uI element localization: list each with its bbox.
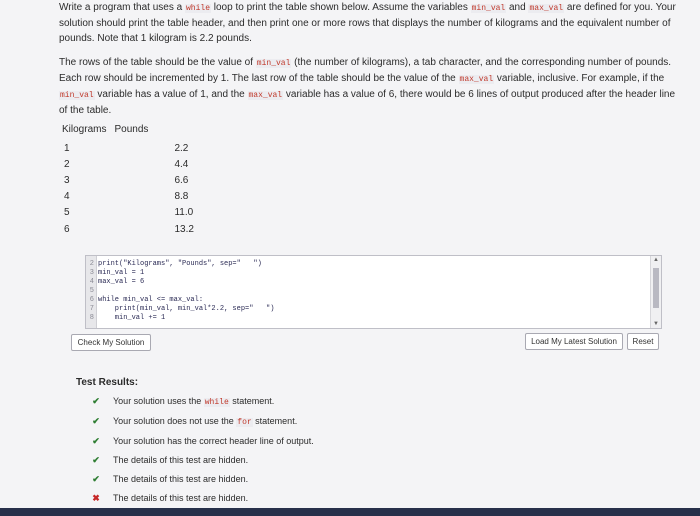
test-result-text: The details of this test are hidden.	[113, 493, 249, 503]
scrollbar-thumb[interactable]	[653, 268, 659, 308]
instructions-paragraph-2: The rows of the table should be the valu…	[59, 57, 676, 116]
scroll-down-arrow-icon[interactable]: ▼	[653, 321, 659, 327]
scroll-up-arrow-icon[interactable]: ▲	[653, 257, 659, 263]
line-number: 3	[89, 269, 94, 277]
code-text[interactable]: while min_val <= max_val:	[98, 296, 203, 305]
kilograms-cell: 6	[64, 223, 70, 235]
code-text[interactable]: max_val = 6	[98, 278, 144, 287]
table-row: 6 13.2	[60, 221, 200, 237]
code-text[interactable]: print("Kilograms", "Pounds", sep=" ")	[98, 260, 262, 269]
sample-output-table: Kilograms Pounds 1 2.2 2 4.4 3 6.6 4 8.8 5 11…	[60, 124, 200, 237]
pounds-cell: 13.2	[174, 223, 194, 235]
pounds-cell: 11.0	[174, 207, 194, 219]
test-result-text: Your solution uses the while statement.	[113, 396, 275, 407]
kilograms-cell: 2	[64, 158, 70, 170]
test-result-text: The details of this test are hidden.	[113, 474, 249, 484]
os-taskbar	[0, 508, 700, 516]
check-solution-button[interactable]: Check My Solution	[71, 334, 151, 351]
kilograms-cell: 4	[64, 191, 70, 203]
keyword-min-val: min_val	[255, 59, 292, 68]
keyword-while: while	[184, 4, 211, 13]
keyword-min-val: min_val	[59, 91, 95, 100]
table-row: 4 8.8	[60, 189, 200, 205]
table-row: 1 2.2	[60, 140, 200, 156]
instructions-paragraph-1: Write a program that uses a while loop t…	[59, 2, 676, 44]
code-text[interactable]: print(min_val, min_val*2.2, sep=" ")	[98, 305, 275, 314]
reset-button[interactable]: Reset	[627, 333, 659, 350]
code-text[interactable]: min_val += 1	[98, 314, 165, 323]
keyword-max-val: max_val	[458, 75, 495, 84]
checkmark-icon: ✔	[92, 455, 100, 465]
table-row: 2 4.4	[60, 156, 200, 172]
test-result-text: Your solution has the correct header lin…	[113, 436, 314, 446]
keyword-max-val: max_val	[247, 91, 284, 100]
checkmark-icon: ✔	[92, 396, 100, 406]
kilograms-cell: 3	[64, 174, 70, 186]
line-number: 4	[89, 278, 94, 286]
code-editor[interactable]: 2 print("Kilograms", "Pounds", sep=" ") 3…	[85, 255, 662, 329]
table-header-row: Kilograms Pounds	[60, 124, 200, 140]
editor-scrollbar[interactable]: ▲ ▼	[650, 256, 661, 328]
kilograms-cell: 1	[64, 142, 70, 154]
test-result-text: The details of this test are hidden.	[113, 455, 249, 465]
line-number: 7	[89, 305, 94, 313]
checkmark-icon: ✔	[92, 436, 100, 446]
checkmark-icon: ✔	[92, 474, 100, 484]
line-number: 5	[89, 287, 94, 295]
keyword-while: while	[203, 398, 230, 407]
line-number: 8	[89, 314, 94, 322]
load-latest-solution-button[interactable]: Load My Latest Solution	[525, 333, 623, 350]
checkmark-icon: ✔	[92, 416, 100, 426]
keyword-max-val: max_val	[528, 4, 565, 13]
pounds-cell: 6.6	[174, 174, 189, 186]
column-header-pounds: Pounds	[114, 124, 149, 135]
table-row: 5 11.0	[60, 205, 200, 221]
table-row: 3 6.6	[60, 172, 200, 188]
column-header-kilograms: Kilograms	[62, 124, 107, 135]
code-text[interactable]: min_val = 1	[98, 269, 144, 278]
keyword-min-val: min_val	[470, 4, 507, 13]
cross-icon: ✖	[92, 493, 100, 503]
line-number: 6	[89, 296, 94, 304]
pounds-cell: 4.4	[174, 158, 189, 170]
keyword-for: for	[236, 418, 253, 427]
pounds-cell: 2.2	[174, 142, 189, 154]
exercise-page: Write a program that uses a while loop t…	[0, 0, 700, 516]
test-results-title: Test Results:	[76, 377, 139, 388]
line-number: 2	[89, 260, 94, 268]
kilograms-cell: 5	[64, 207, 70, 219]
test-result-text: Your solution does not use the for state…	[113, 416, 298, 427]
pounds-cell: 8.8	[174, 191, 189, 203]
